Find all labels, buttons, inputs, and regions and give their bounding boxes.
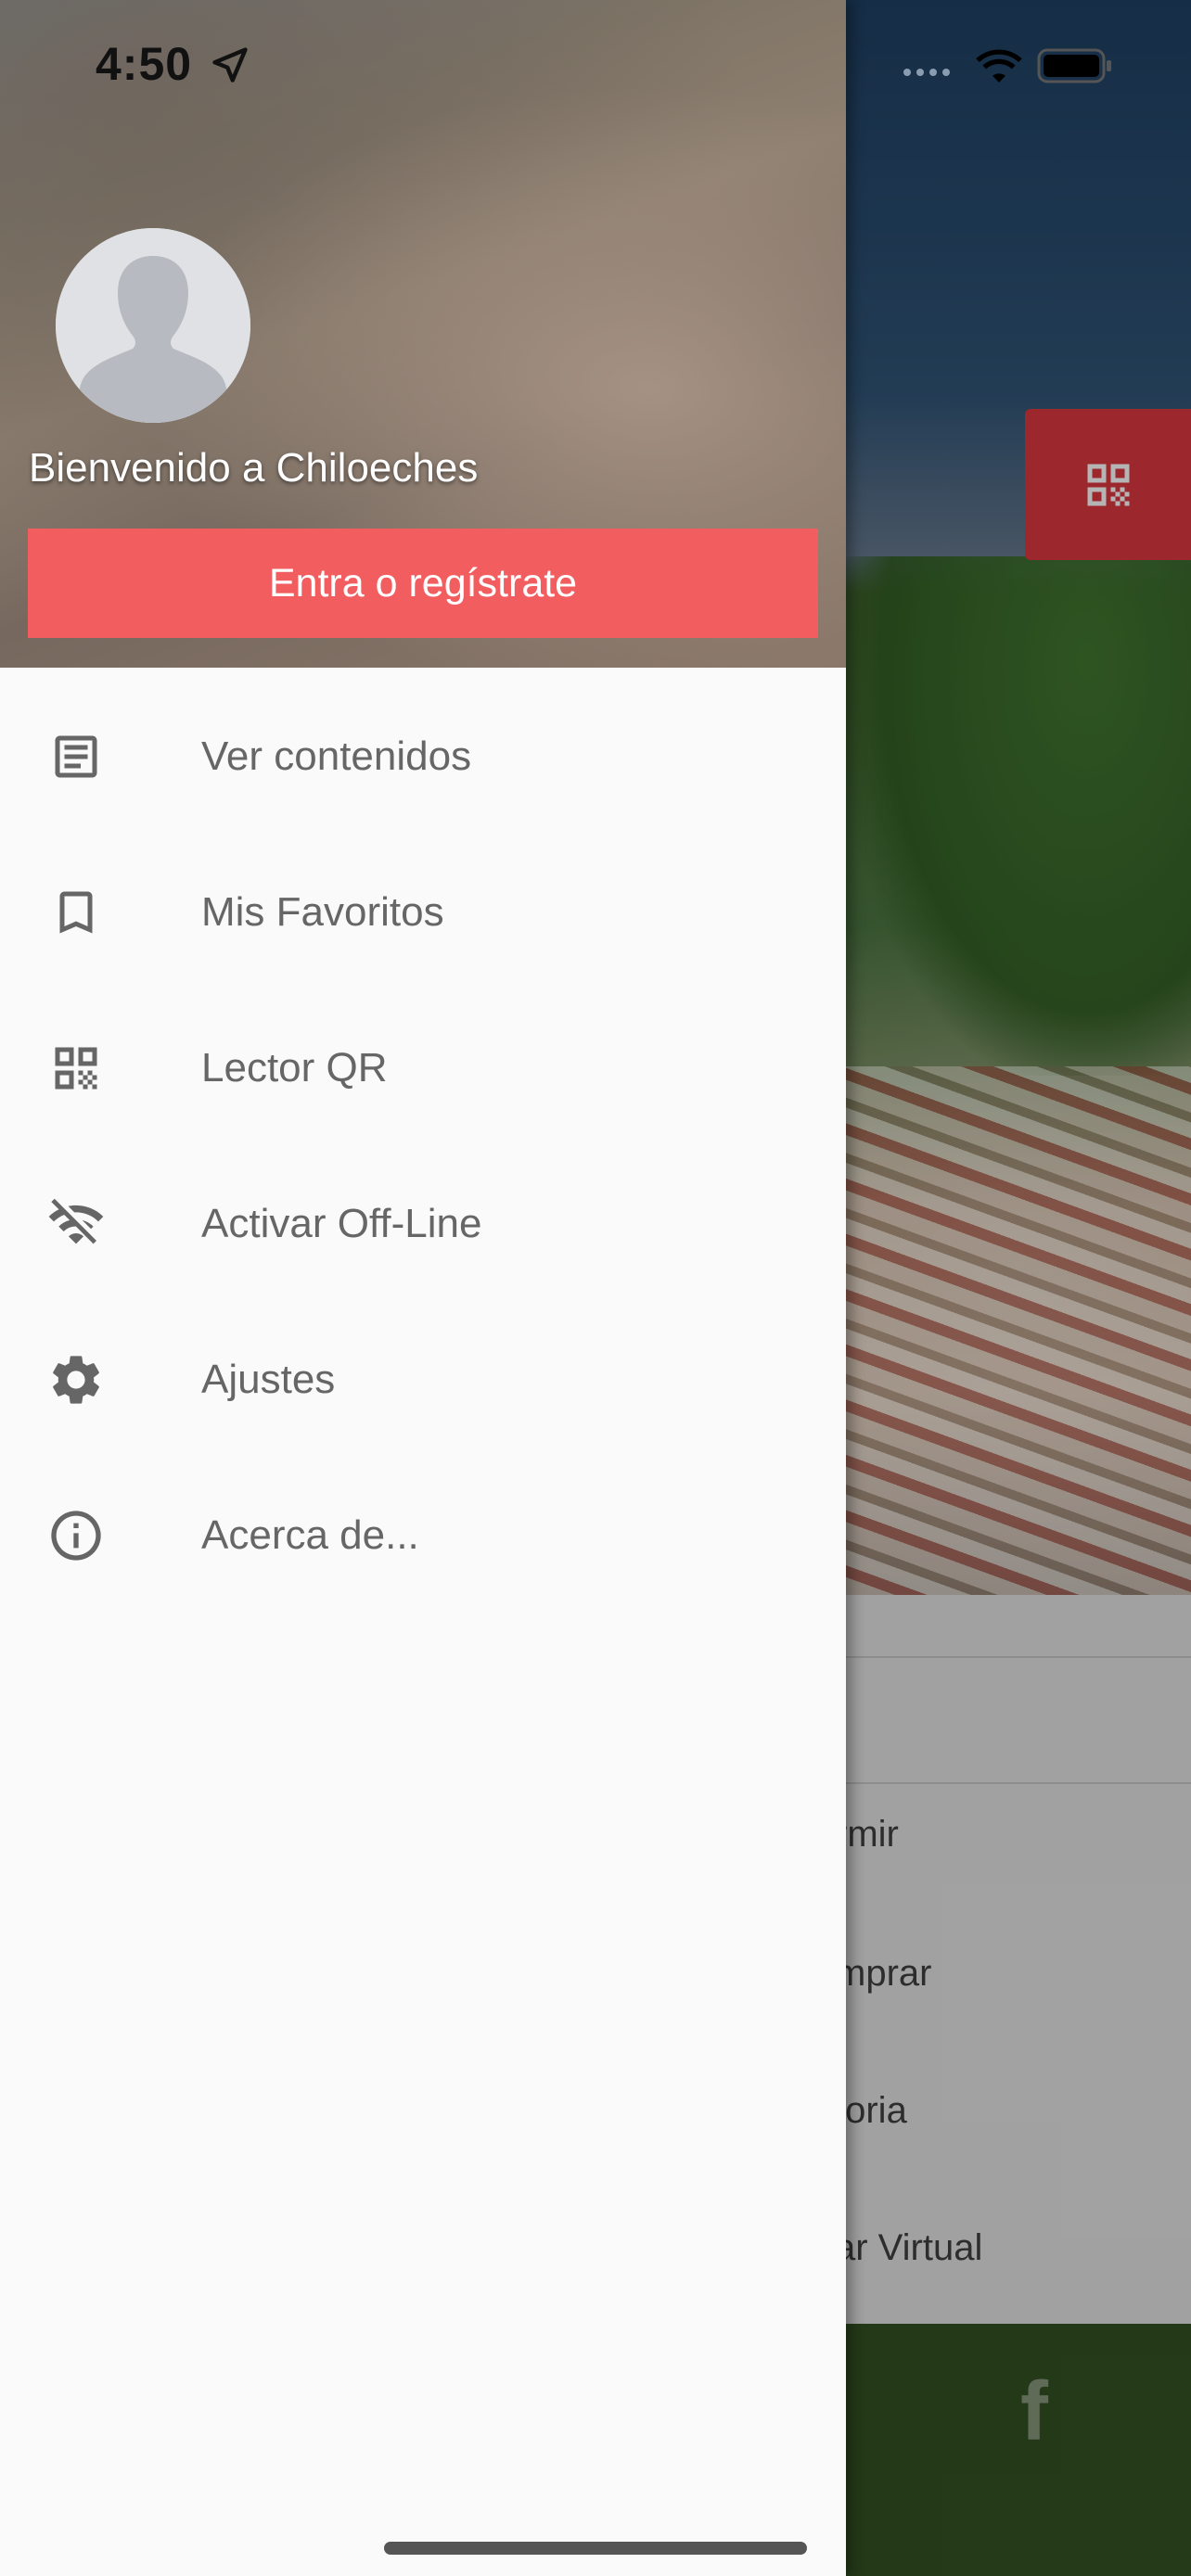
wifi-icon	[976, 49, 1022, 83]
menu-item-acerca-de[interactable]: Acerca de...	[0, 1458, 846, 1613]
cellular-signal-icon	[903, 69, 950, 76]
menu-item-label: Ver contenidos	[201, 733, 472, 779]
home-indicator	[384, 2542, 807, 2555]
menu-item-label: Activar Off-Line	[201, 1201, 482, 1246]
menu-item-label: Mis Favoritos	[201, 889, 444, 935]
bookmark-icon	[43, 879, 109, 946]
user-silhouette-icon	[56, 228, 250, 423]
menu-item-label: Lector QR	[201, 1045, 388, 1090]
menu-item-label: Ajustes	[201, 1357, 336, 1402]
menu-item-mis-favoritos[interactable]: Mis Favoritos	[0, 835, 846, 990]
qr-code-icon	[43, 1035, 109, 1102]
status-bar: 4:50	[0, 0, 1191, 130]
menu-item-lector-qr[interactable]: Lector QR	[0, 990, 846, 1146]
menu-item-activar-offline[interactable]: Activar Off-Line	[0, 1146, 846, 1302]
navigation-drawer: Bienvenido a Chiloeches Entra o regístra…	[0, 0, 846, 2576]
status-time: 4:50	[96, 38, 193, 90]
welcome-text: Bienvenido a Chiloeches	[29, 445, 479, 491]
location-arrow-icon	[212, 47, 248, 83]
article-icon	[43, 723, 109, 790]
gear-icon	[43, 1346, 109, 1413]
info-icon	[43, 1502, 109, 1569]
menu-item-ajustes[interactable]: Ajustes	[0, 1302, 846, 1458]
battery-icon	[1037, 48, 1111, 83]
avatar[interactable]	[56, 228, 250, 423]
menu-item-ver-contenidos[interactable]: Ver contenidos	[0, 679, 846, 835]
menu-item-label: Acerca de...	[201, 1512, 419, 1558]
wifi-off-icon	[43, 1191, 109, 1257]
login-register-button[interactable]: Entra o regístrate	[28, 529, 818, 638]
